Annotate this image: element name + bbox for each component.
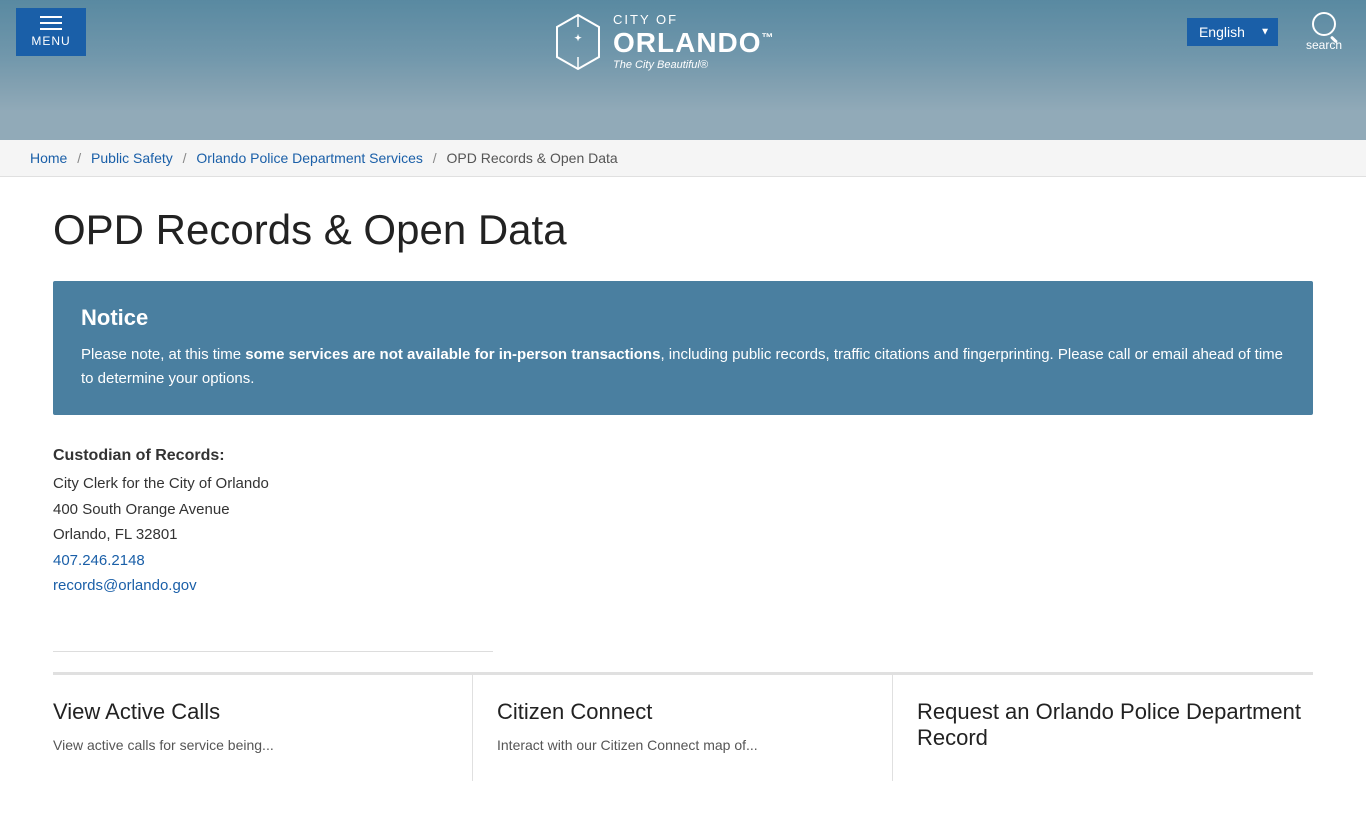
search-icon — [1312, 12, 1336, 36]
card-title-opd-record[interactable]: Request an Orlando Police Department Rec… — [917, 699, 1313, 752]
breadcrumb: Home / Public Safety / Orlando Police De… — [0, 140, 1366, 177]
breadcrumb-sep-1: / — [77, 150, 81, 166]
breadcrumb-current: OPD Records & Open Data — [447, 150, 618, 166]
card-link-citizen-connect[interactable]: Citizen Connect — [497, 699, 652, 724]
breadcrumb-sep-2: / — [183, 150, 187, 166]
card-title-citizen-connect[interactable]: Citizen Connect — [497, 699, 868, 725]
custodian-address2: Orlando, FL 32801 — [53, 522, 1313, 548]
cards-section: View Active Calls View active calls for … — [53, 672, 1313, 782]
breadcrumb-public-safety[interactable]: Public Safety — [91, 150, 173, 166]
breadcrumb-home[interactable]: Home — [30, 150, 67, 166]
card-title-active-calls[interactable]: View Active Calls — [53, 699, 448, 725]
language-selector[interactable]: English Español — [1187, 18, 1278, 46]
page-title: OPD Records & Open Data — [53, 207, 1313, 253]
custodian-phone[interactable]: 407.246.2148 — [53, 548, 1313, 574]
logo-icon: ✦ — [553, 12, 603, 72]
menu-button[interactable]: menu — [16, 8, 86, 56]
card-desc-active-calls: View active calls for service being... — [53, 735, 448, 756]
notice-box: Notice Please note, at this time some se… — [53, 281, 1313, 415]
search-button[interactable]: search — [1298, 8, 1350, 56]
notice-text-before: Please note, at this time — [81, 346, 245, 363]
card-citizen-connect: Citizen Connect Interact with our Citize… — [473, 675, 893, 782]
notice-bold-text: some services are not available for in-p… — [245, 346, 660, 363]
custodian-email[interactable]: records@orlando.gov — [53, 573, 1313, 599]
notice-text: Please note, at this time some services … — [81, 343, 1285, 391]
header-right: English Español search — [1187, 8, 1350, 56]
custodian-address1: 400 South Orange Avenue — [53, 497, 1313, 523]
main-content: OPD Records & Open Data Notice Please no… — [23, 177, 1343, 821]
breadcrumb-sep-3: / — [433, 150, 437, 166]
card-link-opd-record[interactable]: Request an Orlando Police Department Rec… — [917, 699, 1301, 750]
site-logo[interactable]: ✦ CITY OF ORLANDO™ The City Beautiful® — [553, 12, 775, 72]
logo-tagline: The City Beautiful® — [613, 59, 775, 71]
card-opd-record: Request an Orlando Police Department Rec… — [893, 675, 1313, 782]
notice-title: Notice — [81, 305, 1285, 331]
menu-label: menu — [31, 34, 70, 48]
card-active-calls: View Active Calls View active calls for … — [53, 675, 473, 782]
card-link-active-calls[interactable]: View Active Calls — [53, 699, 220, 724]
breadcrumb-opd-services[interactable]: Orlando Police Department Services — [196, 150, 422, 166]
card-desc-citizen-connect: Interact with our Citizen Connect map of… — [497, 735, 868, 756]
hamburger-icon — [40, 16, 62, 30]
site-header: menu ✦ CITY OF ORLANDO™ The Cit — [0, 0, 1366, 140]
section-divider — [53, 651, 493, 652]
svg-text:✦: ✦ — [574, 33, 582, 43]
logo-text: CITY OF ORLANDO™ The City Beautiful® — [613, 13, 775, 70]
custodian-name: City Clerk for the City of Orlando — [53, 471, 1313, 497]
custodian-info: City Clerk for the City of Orlando 400 S… — [53, 471, 1313, 599]
custodian-section: Custodian of Records: City Clerk for the… — [53, 447, 1313, 619]
logo-city-of: CITY OF — [613, 13, 775, 27]
logo-orlando: ORLANDO™ — [613, 28, 775, 59]
language-wrapper: English Español — [1187, 18, 1278, 46]
custodian-title: Custodian of Records: — [53, 447, 1313, 465]
